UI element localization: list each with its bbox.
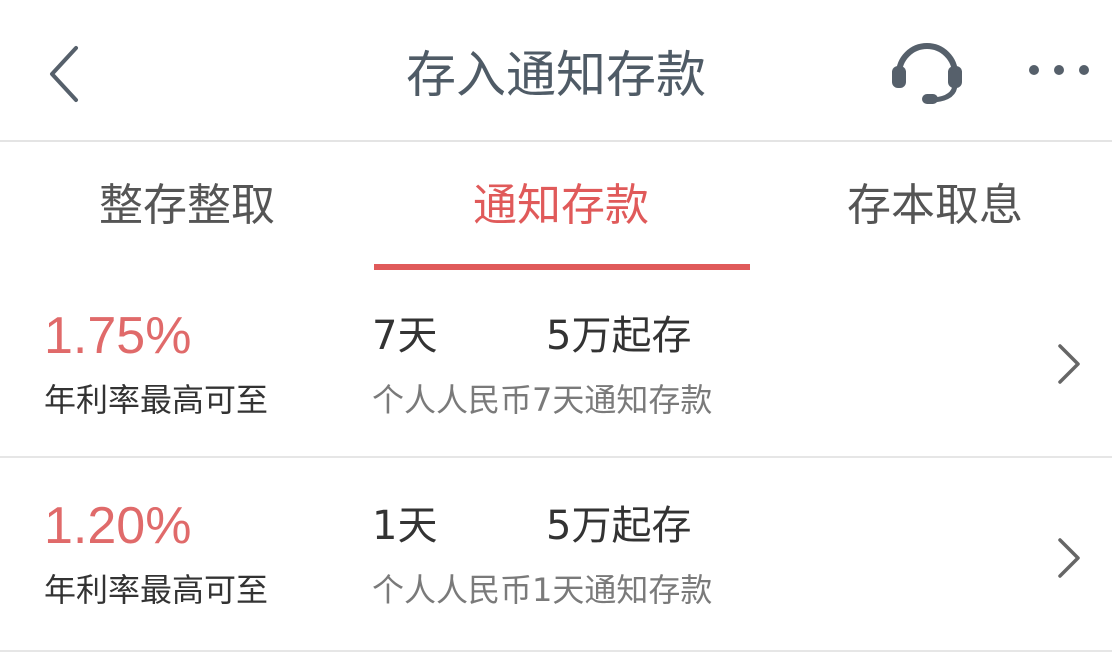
- interest-rate-label: 年利率最高可至: [44, 571, 269, 609]
- headset-icon: [892, 43, 962, 104]
- deposit-period: 7天: [372, 313, 438, 359]
- interest-rate: 1.20%: [44, 497, 192, 555]
- interest-rate-label: 年利率最高可至: [44, 381, 269, 419]
- product-name: 个人人民币7天通知存款: [372, 381, 713, 419]
- top-navigation-bar: 存入通知存款: [0, 0, 1112, 142]
- tab-interest-withdrawal[interactable]: 存本取息: [748, 142, 1112, 270]
- more-dots-icon: [1029, 65, 1089, 75]
- interest-rate: 1.75%: [44, 307, 192, 365]
- more-options-button[interactable]: [1024, 52, 1094, 88]
- minimum-deposit: 5万起存: [546, 313, 692, 359]
- product-row-1day[interactable]: 1.20% 年利率最高可至 1天 5万起存 个人人民币1天通知存款: [0, 460, 1112, 652]
- deposit-period: 1天: [372, 503, 438, 549]
- customer-service-button[interactable]: [884, 32, 970, 108]
- product-row-7day[interactable]: 1.75% 年利率最高可至 7天 5万起存 个人人民币7天通知存款: [0, 270, 1112, 458]
- chevron-right-icon: [1058, 344, 1080, 384]
- tab-lump-sum[interactable]: 整存整取: [0, 142, 374, 270]
- deposit-type-tabs: 整存整取 通知存款 存本取息: [0, 142, 1112, 270]
- chevron-right-icon: [1058, 538, 1080, 578]
- minimum-deposit: 5万起存: [546, 503, 692, 549]
- tab-notice-deposit[interactable]: 通知存款: [374, 142, 748, 270]
- product-name: 个人人民币1天通知存款: [372, 571, 713, 609]
